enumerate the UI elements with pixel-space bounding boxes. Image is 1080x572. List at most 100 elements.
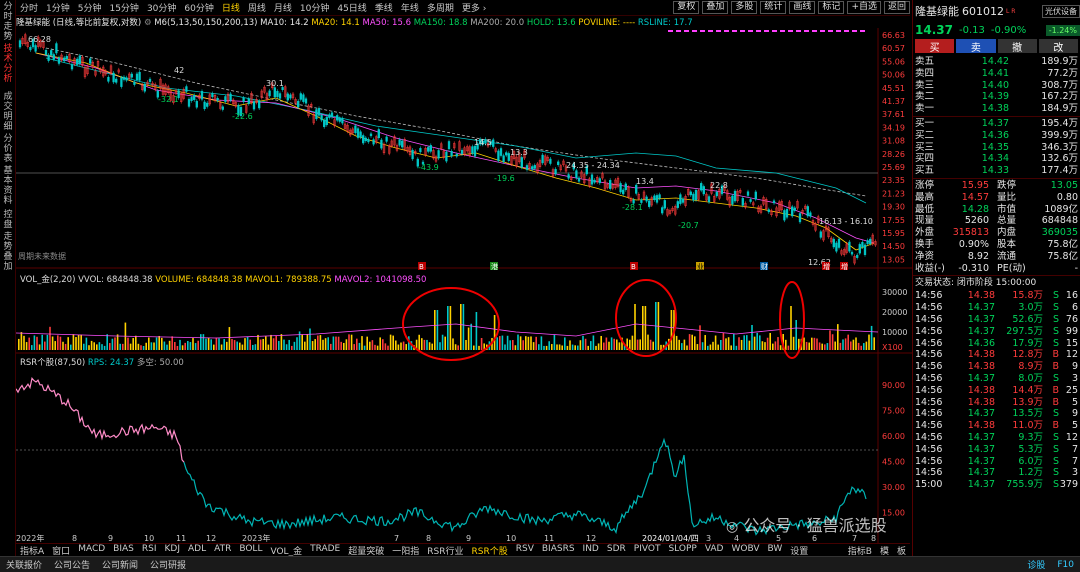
tab-fundamentals[interactable]: 基本资料: [2, 166, 14, 206]
modify-button[interactable]: 改: [1038, 39, 1078, 54]
volume-bar: [701, 342, 704, 350]
link-announcements[interactable]: 公司公告: [48, 558, 96, 571]
indicator-tab[interactable]: PIVOT: [630, 544, 665, 556]
candle-body: [791, 206, 794, 217]
indicator-tab[interactable]: RSV: [512, 544, 538, 556]
sector-badge[interactable]: 光伏设备: [1042, 4, 1080, 18]
stock-name: 隆基绿能: [915, 5, 959, 18]
indicator-tab[interactable]: SDR: [603, 544, 630, 556]
gear-icon[interactable]: ⚙: [144, 18, 152, 28]
period-quarter[interactable]: 季线: [371, 1, 397, 14]
volume-bar: [805, 341, 808, 350]
sell-button[interactable]: 卖: [956, 39, 996, 54]
indicator-tab[interactable]: RSR行业: [423, 544, 467, 557]
adjust-button[interactable]: 复权: [673, 1, 700, 14]
indicator-tab[interactable]: RSR个股: [468, 544, 512, 557]
volume-bar: [831, 334, 834, 350]
indicator-tab[interactable]: BIASRS: [538, 544, 579, 556]
stats-button[interactable]: 统计: [760, 1, 787, 14]
link-research[interactable]: 公司研报: [144, 558, 192, 571]
volume-bar: [439, 342, 441, 350]
link-related-quotes[interactable]: 关联报价: [0, 558, 48, 571]
period-5min[interactable]: 5分钟: [74, 1, 106, 14]
tab-technical[interactable]: 技术分析: [2, 44, 14, 84]
indicator-tab[interactable]: 一阳指: [388, 544, 423, 557]
add-watchlist-button[interactable]: +自选: [847, 1, 881, 14]
vol-axis-10000: 10000: [882, 328, 907, 337]
indicator-tab[interactable]: ADL: [184, 544, 210, 556]
volume-bar: [148, 337, 150, 350]
range-label-2: 16.13 - 16.10: [819, 217, 873, 226]
period-more[interactable]: 更多 ›: [458, 1, 490, 14]
period-multi[interactable]: 多周期: [423, 1, 458, 14]
volume-bar: [696, 344, 699, 350]
mark-button[interactable]: 标记: [818, 1, 845, 14]
svg-text:增: 增: [823, 262, 830, 271]
period-monthly[interactable]: 月线: [270, 1, 296, 14]
indicator-tab[interactable]: IND: [579, 544, 603, 556]
indicator-tab[interactable]: VOL_金: [266, 544, 306, 557]
volume-bar: [187, 341, 189, 350]
book-row: 买四 14.34 132.6万: [915, 153, 1078, 165]
period-1min[interactable]: 1分钟: [42, 1, 74, 14]
indicator-b-tab[interactable]: 模: [876, 544, 893, 557]
price-tick: 55.06: [882, 57, 905, 66]
tab-control[interactable]: 控盘: [2, 210, 14, 230]
period-weekly[interactable]: 周线: [244, 1, 270, 14]
f10-button[interactable]: F10: [1051, 560, 1080, 570]
tick-row: 14:56 14.38 14.4万 B 25: [915, 384, 1078, 396]
price-tick: 25.69: [882, 163, 905, 172]
candle-body: [206, 102, 209, 107]
chart-area[interactable]: 66.28 -32.1 -22.6 -43.9 -19.6 -28.1 -20.…: [16, 28, 912, 543]
volume-bar: [218, 338, 220, 350]
candle-body: [609, 180, 612, 189]
indicator-tab[interactable]: BOLL: [235, 544, 266, 556]
candle-body: [211, 93, 214, 98]
ma50-value: MA50: 15.6: [362, 18, 411, 28]
tab-overlay[interactable]: 走势叠加: [2, 232, 14, 272]
multi-stock-button[interactable]: 多股: [731, 1, 758, 14]
back-button[interactable]: 返回: [883, 1, 910, 14]
candle-body: [286, 93, 289, 101]
rsr-line-strong: [16, 377, 185, 463]
candle-body: [47, 54, 50, 61]
link-news[interactable]: 公司新闻: [96, 558, 144, 571]
period-60min[interactable]: 60分钟: [180, 1, 217, 14]
indicator-tab[interactable]: KDJ: [161, 544, 185, 556]
period-45day[interactable]: 45日线: [333, 1, 370, 14]
cancel-button[interactable]: 撤: [997, 39, 1037, 54]
tab-trade-detail[interactable]: 成交明细: [2, 92, 14, 132]
indicator-tab[interactable]: TRADE: [306, 544, 344, 556]
indicator-tab[interactable]: 超量突破: [344, 544, 388, 557]
indicator-tab[interactable]: MACD: [74, 544, 109, 556]
buy-button[interactable]: 买: [915, 39, 955, 54]
period-15min[interactable]: 15分钟: [105, 1, 142, 14]
tab-price-table[interactable]: 分价表: [2, 134, 14, 164]
indicator-tab[interactable]: SLOPP: [664, 544, 700, 556]
period-year[interactable]: 年线: [397, 1, 423, 14]
indicator-tab[interactable]: WOBV: [727, 544, 763, 556]
period-intraday[interactable]: 分时: [16, 1, 42, 14]
candle-body: [531, 166, 534, 170]
indicator-tab[interactable]: BIAS: [109, 544, 138, 556]
indicator-tab[interactable]: BW: [764, 544, 787, 556]
period-30min[interactable]: 30分钟: [143, 1, 180, 14]
indicator-b-tab[interactable]: 板: [893, 544, 910, 557]
indicator-tab[interactable]: 设置: [786, 544, 812, 557]
indicator-tab[interactable]: 指标A: [16, 544, 48, 557]
book-row: 买五 14.33 177.4万: [915, 165, 1078, 177]
indicator-tab[interactable]: VAD: [701, 544, 728, 556]
diagnose-button[interactable]: 诊股: [1021, 558, 1051, 571]
draw-button[interactable]: 画线: [789, 1, 816, 14]
indicator-tab[interactable]: RSI: [138, 544, 161, 556]
indicator-b-tab[interactable]: 指标B: [844, 544, 876, 557]
period-daily[interactable]: 日线: [218, 1, 244, 14]
indicator-tab[interactable]: ATR: [210, 544, 235, 556]
candle-body: [115, 78, 118, 83]
price-tick: 21.23: [882, 189, 905, 198]
candle-body: [268, 90, 271, 97]
tab-intraday[interactable]: 分时走势: [2, 2, 14, 42]
period-10min[interactable]: 10分钟: [296, 1, 333, 14]
overlay-button[interactable]: 叠加: [702, 1, 729, 14]
indicator-tab[interactable]: 窗口: [48, 544, 74, 557]
